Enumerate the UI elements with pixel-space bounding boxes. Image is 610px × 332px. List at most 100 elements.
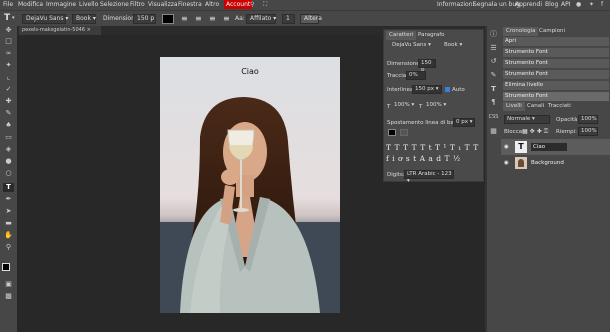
history-item[interactable]: Strumento Font xyxy=(503,59,609,68)
brush-panel-icon[interactable]: ✎ xyxy=(488,71,499,80)
layer-row-background[interactable]: ◉ Background xyxy=(501,155,610,171)
menu-visualizza[interactable]: Visualizza xyxy=(148,1,178,8)
history-item[interactable]: Elimina livello xyxy=(503,81,609,90)
auto-checkbox[interactable] xyxy=(445,87,450,92)
history-icon[interactable]: ↺ xyxy=(488,57,499,66)
menu-modifica[interactable]: Modifica xyxy=(18,1,43,8)
justify-icon[interactable]: ≡ xyxy=(223,14,230,23)
align-center-icon[interactable]: ≡ xyxy=(195,14,202,23)
swash-icon[interactable]: st xyxy=(406,154,420,163)
ordinals-icon[interactable]: T xyxy=(444,154,452,163)
count-select[interactable]: 1 xyxy=(282,14,295,24)
fraction-icon[interactable]: ½ xyxy=(453,154,464,163)
opacity-input[interactable]: 100% xyxy=(578,115,598,124)
character-panel-icon[interactable]: T xyxy=(488,85,499,94)
shape-tool-icon[interactable]: ▬ xyxy=(3,219,14,228)
size-input[interactable]: 150 p xyxy=(133,14,156,24)
canvas-text-layer[interactable]: Ciao xyxy=(241,67,259,76)
antialias-select[interactable]: Affilato ▾ xyxy=(246,14,276,24)
stamp-tool-icon[interactable]: ♠ xyxy=(3,121,14,130)
menu-selezione[interactable]: Selezione xyxy=(100,1,129,8)
align-left-icon[interactable]: ≡ xyxy=(181,14,188,23)
lock-icons[interactable]: ▦✥✚⚿ xyxy=(522,128,550,136)
menu-livello[interactable]: Livello xyxy=(79,1,98,8)
ligature-icon[interactable]: fi xyxy=(386,154,398,163)
document-tab[interactable]: pexels-maksgelatin-5046 × xyxy=(19,26,101,35)
account-button[interactable]: Account xyxy=(224,0,253,9)
menu-api[interactable]: API xyxy=(561,1,571,8)
vscale-input[interactable]: 100% ▾ xyxy=(392,102,416,111)
titling-icon[interactable]: ad xyxy=(428,154,444,163)
magic-wand-icon[interactable]: ✦ xyxy=(3,61,14,70)
menu-immagine[interactable]: Immagine xyxy=(46,1,76,8)
healing-tool-icon[interactable]: ✚ xyxy=(3,97,14,106)
menu-finestra[interactable]: Finestra xyxy=(178,1,202,8)
oldstyle-icon[interactable]: ơ xyxy=(398,154,406,163)
tab-tracciati[interactable]: Tracciati xyxy=(545,102,574,111)
history-item[interactable]: Strumento Font xyxy=(503,70,609,79)
color-swatch[interactable] xyxy=(162,14,174,24)
zoom-tool-icon[interactable]: ⚲ xyxy=(3,243,14,252)
marquee-tool-icon[interactable]: □ xyxy=(3,37,14,46)
crop-tool-icon[interactable]: ⌞ xyxy=(3,73,14,82)
quick-mask-icon[interactable]: ▣ xyxy=(3,280,14,289)
info-icon[interactable]: ⓘ xyxy=(488,30,499,39)
path-select-icon[interactable]: ➤ xyxy=(3,207,14,216)
char-font-select[interactable]: DejaVu Sans ▾ xyxy=(390,42,434,51)
document-canvas[interactable]: Ciao xyxy=(160,57,340,313)
superscript-icon[interactable]: T¹ xyxy=(435,143,450,152)
hscale-input[interactable]: 100% ▾ xyxy=(424,102,448,111)
tab-cronologia[interactable]: Cronologia xyxy=(503,27,539,36)
faux-bold-icon[interactable]: T xyxy=(386,143,395,152)
dodge-tool-icon[interactable]: ○ xyxy=(3,169,14,178)
brush-tool-icon[interactable]: ✎ xyxy=(3,109,14,118)
css-panel-icon[interactable]: CSS xyxy=(488,113,499,122)
foreground-color[interactable] xyxy=(2,263,10,271)
eyedropper-icon[interactable]: ✓ xyxy=(3,85,14,94)
layer-name[interactable]: Ciao xyxy=(531,143,567,151)
menu-filtro[interactable]: Filtro xyxy=(130,1,145,8)
menu-blog[interactable]: Blog xyxy=(545,1,558,8)
twitter-icon[interactable]: ✦ xyxy=(589,1,594,8)
char-color-swatch[interactable] xyxy=(388,129,396,136)
search-icon[interactable]: ⚲ xyxy=(250,1,254,8)
history-item-current[interactable]: Strumento Font xyxy=(503,92,609,101)
dim-input[interactable]: 150 p xyxy=(418,59,436,73)
faux-italic-icon[interactable]: T xyxy=(395,143,404,152)
typographic-features[interactable]: TTTTTtT¹T₁TT fiơstAadT½ xyxy=(386,142,482,166)
tab-campioni[interactable]: Campioni xyxy=(536,27,568,36)
subscript-icon[interactable]: T₁ xyxy=(450,143,465,152)
lasso-tool-icon[interactable]: ∞ xyxy=(3,49,14,58)
layer-name[interactable]: Background xyxy=(531,159,564,167)
tab-canali[interactable]: Canali xyxy=(524,102,547,111)
paragraph-panel-icon[interactable]: ¶ xyxy=(488,98,499,107)
cifre-select[interactable]: LTR Arabic - 123 ▾ xyxy=(404,170,454,184)
screen-mode-icon[interactable]: ▩ xyxy=(3,292,14,301)
fill-input[interactable]: 100% xyxy=(578,127,598,136)
blur-tool-icon[interactable]: ● xyxy=(3,157,14,166)
image-panel-icon[interactable]: ▦ xyxy=(488,127,499,136)
reddit-icon[interactable]: ● xyxy=(576,1,581,8)
blend-mode-select[interactable]: Normale ▾ xyxy=(504,115,550,124)
baseline-input[interactable]: 0 px ▾ xyxy=(453,118,475,127)
interlinea-input[interactable]: 150 px ▾ xyxy=(412,85,442,94)
properties-icon[interactable]: ☰ xyxy=(488,44,499,53)
highlight-color-swatch[interactable] xyxy=(400,129,408,136)
small-caps-icon[interactable]: Tt xyxy=(420,143,435,152)
menu-apprendi[interactable]: Apprendi xyxy=(515,1,542,8)
menu-bug[interactable]: Segnala un bug xyxy=(473,1,520,8)
tab-caratteri[interactable]: Caratteri xyxy=(386,31,417,40)
move-tool-icon[interactable]: ✥ xyxy=(3,26,14,35)
eye-icon[interactable]: ◉ xyxy=(504,160,509,166)
traccia-input[interactable]: 0% xyxy=(406,71,426,80)
altera-button[interactable]: Altera xyxy=(300,14,322,24)
menu-altro[interactable]: Altro xyxy=(205,1,219,8)
tab-livelli[interactable]: Livelli xyxy=(503,102,525,111)
align-right-icon[interactable]: ≡ xyxy=(209,14,216,23)
history-item[interactable]: Apri xyxy=(503,37,609,46)
char-style-select[interactable]: Book ▾ xyxy=(442,42,472,51)
font-select[interactable]: DejaVu Sans ▾ xyxy=(22,14,68,24)
layer-row-text[interactable]: ◉ T Ciao xyxy=(501,139,610,155)
menu-informazioni[interactable]: Informazioni xyxy=(437,1,474,8)
eraser-tool-icon[interactable]: ▭ xyxy=(3,133,14,142)
